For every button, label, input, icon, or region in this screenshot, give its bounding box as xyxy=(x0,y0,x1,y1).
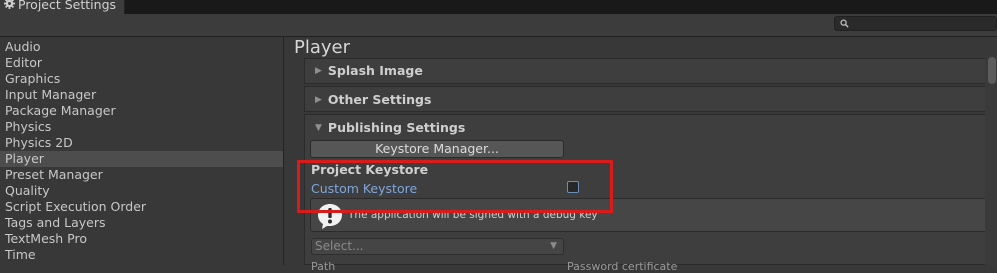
sidebar-item-input-manager[interactable]: Input Manager xyxy=(0,87,283,103)
gear-icon xyxy=(4,0,15,12)
password-label: Password certificate xyxy=(567,260,678,273)
sidebar-item-time[interactable]: Time xyxy=(0,247,283,263)
sidebar-item-textmesh-pro[interactable]: TextMesh Pro xyxy=(0,231,283,247)
sidebar-item-editor[interactable]: Editor xyxy=(0,55,283,71)
sidebar-item-physics[interactable]: Physics xyxy=(0,119,283,135)
keystore-select-dropdown[interactable]: Select... ▼ xyxy=(311,238,564,255)
sidebar-item-tags-and-layers[interactable]: Tags and Layers xyxy=(0,215,283,231)
sidebar-item-package-manager[interactable]: Package Manager xyxy=(0,103,283,119)
sidebar-item-preset-manager[interactable]: Preset Manager xyxy=(0,167,283,183)
scrollbar-thumb[interactable] xyxy=(988,57,996,84)
sidebar-item-script-execution-order[interactable]: Script Execution Order xyxy=(0,199,283,215)
select-value: Select... xyxy=(315,239,364,253)
triangle-right-icon: ▶ xyxy=(315,65,322,76)
foldout-label: Splash Image xyxy=(327,63,423,78)
settings-sidebar: Audio Editor Graphics Input Manager Pack… xyxy=(0,37,284,265)
chevron-down-icon: ▼ xyxy=(550,241,557,251)
sidebar-item-graphics[interactable]: Graphics xyxy=(0,71,283,87)
sidebar-item-physics-2d[interactable]: Physics 2D xyxy=(0,135,283,151)
project-settings-tab[interactable]: Project Settings xyxy=(0,0,125,14)
triangle-down-icon: ▼ xyxy=(315,122,322,133)
foldout-label: Publishing Settings xyxy=(327,120,466,135)
scrollbar-track[interactable] xyxy=(985,56,997,265)
foldout-label: Other Settings xyxy=(327,92,432,107)
path-label: Path xyxy=(311,260,336,273)
sidebar-item-quality[interactable]: Quality xyxy=(0,183,283,199)
sidebar-item-player[interactable]: Player xyxy=(0,151,283,167)
triangle-right-icon: ▶ xyxy=(315,94,322,105)
search-input[interactable] xyxy=(834,16,997,31)
foldout-other-settings[interactable]: ▶ Other Settings xyxy=(304,86,997,112)
window-tab-bar xyxy=(0,0,997,14)
highlight-box xyxy=(297,160,613,213)
keystore-manager-button[interactable]: Keystore Manager... xyxy=(310,140,564,158)
page-title: Player xyxy=(294,37,351,58)
sidebar-item-audio[interactable]: Audio xyxy=(0,39,283,55)
search-icon xyxy=(840,19,849,28)
window-title: Project Settings xyxy=(18,0,117,12)
foldout-splash-image[interactable]: ▶ Splash Image xyxy=(304,58,997,84)
